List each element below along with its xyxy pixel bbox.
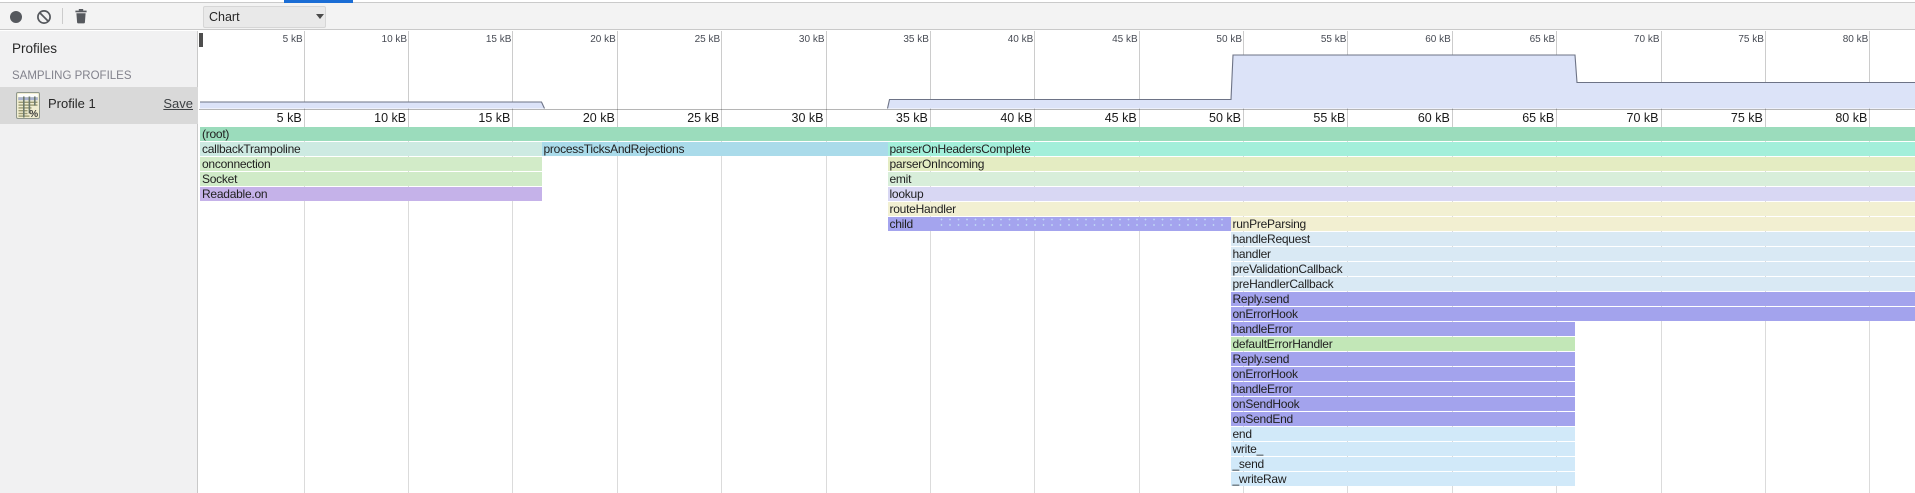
svg-text:%: % <box>29 109 38 119</box>
